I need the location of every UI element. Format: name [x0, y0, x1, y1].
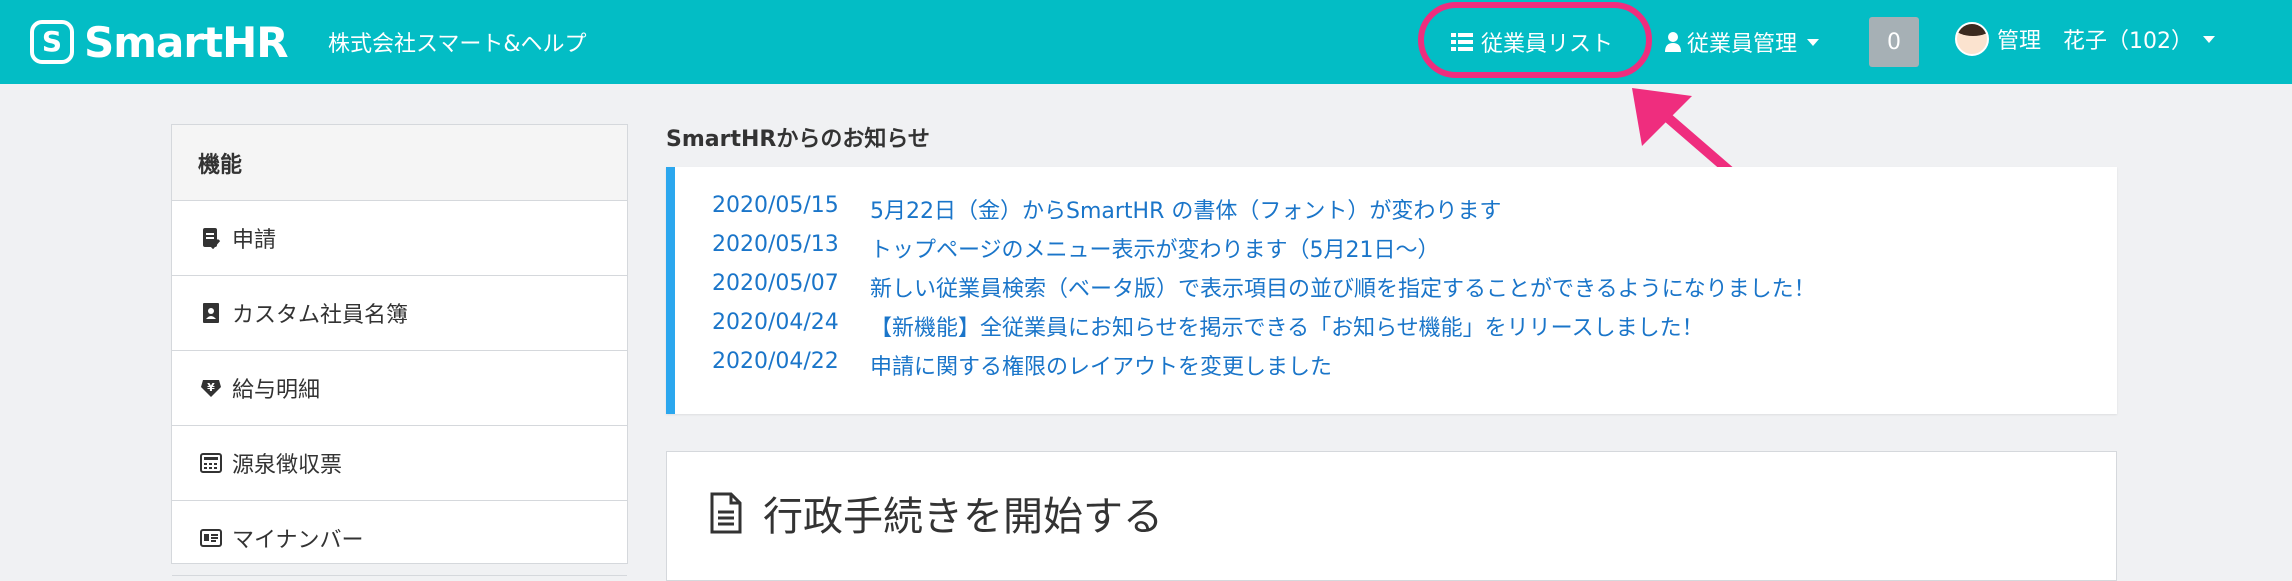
procedures-panel: 行政手続きを開始する — [666, 451, 2117, 581]
notice-date: 2020/04/22 — [712, 349, 839, 374]
chevron-down-icon — [2203, 35, 2215, 43]
document-icon — [709, 492, 743, 534]
notice-item[interactable]: 2020/04/22 申請に関する権限のレイアウトを変更しました — [675, 349, 2117, 388]
user-name: 管理 花子（102） — [1997, 29, 2193, 54]
yen-icon: ¥ — [200, 377, 222, 399]
notice-text: 申請に関する権限のレイアウトを変更しました — [870, 355, 1333, 380]
notification-badge[interactable]: 0 — [1869, 17, 1919, 67]
sidebar-title: 機能 — [172, 125, 627, 201]
user-menu[interactable]: 管理 花子（102） — [1955, 22, 2215, 56]
svg-text:¥: ¥ — [207, 381, 215, 394]
notices-title: SmartHRからのお知らせ — [666, 127, 930, 152]
top-nav-bar: S SmartHR 株式会社スマート&ヘルプ 従業員リスト 従業員管理 0 管理… — [0, 0, 2292, 84]
notice-text: 5月22日（金）からSmartHR の書体（フォント）が変わります — [870, 199, 1502, 224]
highlight-circle — [1418, 2, 1652, 78]
notice-text: 【新機能】全従業員にお知らせを掲示できる「お知らせ機能」をリリースしました！ — [870, 316, 1704, 341]
sidebar-item-label: 給与明細 — [232, 378, 321, 403]
notice-item[interactable]: 2020/05/15 5月22日（金）からSmartHR の書体（フォント）が変… — [675, 193, 2117, 232]
sidebar-item-my-number[interactable]: マイナンバー — [172, 501, 627, 576]
notices-list: 2020/05/15 5月22日（金）からSmartHR の書体（フォント）が変… — [666, 167, 2117, 414]
smarthr-logo[interactable]: S SmartHR — [30, 17, 289, 67]
notice-text: 新しい従業員検索（ベータ版）で表示項目の並び順を指定することができるようになりま… — [870, 277, 1816, 302]
sidebar-item-withholding-slips[interactable]: 源泉徴収票 — [172, 426, 627, 501]
procedures-title[interactable]: 行政手続きを開始する — [709, 484, 1163, 542]
calculator-icon — [200, 452, 222, 474]
company-name: 株式会社スマート&ヘルプ — [328, 32, 587, 57]
procedures-title-text: 行政手続きを開始する — [763, 494, 1163, 540]
sidebar-item-label: 申請 — [232, 228, 277, 253]
notice-date: 2020/05/13 — [712, 232, 839, 257]
avatar — [1955, 22, 1989, 56]
sidebar-item-custom-roster[interactable]: カスタム社員名簿 — [172, 276, 627, 351]
notice-item[interactable]: 2020/04/24 【新機能】全従業員にお知らせを掲示できる「お知らせ機能」を… — [675, 310, 2117, 349]
logo-text: SmartHR — [84, 17, 289, 67]
id-card-icon — [200, 527, 222, 549]
notice-date: 2020/05/15 — [712, 193, 839, 218]
sidebar-item-label: カスタム社員名簿 — [232, 303, 409, 328]
notice-item[interactable]: 2020/05/13 トップページのメニュー表示が変わります（5月21日〜） — [675, 232, 2117, 271]
logo-mark: S — [30, 20, 74, 64]
sidebar-item-requests[interactable]: 申請 — [172, 201, 627, 276]
employee-management-label: 従業員管理 — [1687, 32, 1798, 57]
chevron-down-icon — [1807, 38, 1820, 46]
sidebar-item-label: マイナンバー — [232, 528, 364, 553]
notice-item[interactable]: 2020/05/07 新しい従業員検索（ベータ版）で表示項目の並び順を指定するこ… — [675, 271, 2117, 310]
notice-date: 2020/05/07 — [712, 271, 839, 296]
feature-sidebar: 機能 申請 カスタム社員名簿 ¥ 給与明細 源泉徴収票 マイナンバー — [171, 124, 628, 576]
notice-date: 2020/04/24 — [712, 310, 839, 335]
employee-management-menu[interactable]: 従業員管理 — [1665, 26, 1820, 58]
sidebar-item-payslips[interactable]: ¥ 給与明細 — [172, 351, 627, 426]
contact-book-icon — [200, 302, 222, 324]
notice-text: トップページのメニュー表示が変わります（5月21日〜） — [870, 238, 1440, 263]
checklist-icon — [200, 227, 222, 249]
sidebar-item-label: 源泉徴収票 — [232, 453, 343, 478]
user-icon — [1665, 32, 1681, 52]
